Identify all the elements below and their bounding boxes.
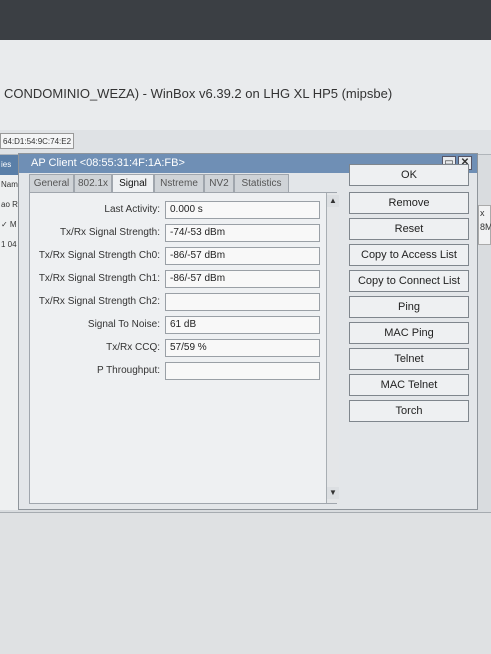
row-ccq: Tx/Rx CCQ: 57/59 %: [30, 339, 320, 359]
torch-button[interactable]: Torch: [349, 400, 469, 422]
app-titlebar: CONDOMINIO_WEZA) - WinBox v6.39.2 on LHG…: [0, 40, 491, 131]
row-signal-strength-ch0: Tx/Rx Signal Strength Ch0: -86/-57 dBm: [30, 247, 320, 267]
list-column-ao[interactable]: ao Re: [0, 195, 18, 215]
signal-strength-ch0-value: -86/-57 dBm: [165, 247, 320, 265]
ok-button[interactable]: OK: [349, 164, 469, 186]
throughput-value: [165, 362, 320, 380]
row-signal-strength-ch2: Tx/Rx Signal Strength Ch2:: [30, 293, 320, 313]
copy-to-connect-list-button[interactable]: Copy to Connect List: [349, 270, 469, 292]
row-signal-strength-ch1: Tx/Rx Signal Strength Ch1: -86/-57 dBm: [30, 270, 320, 290]
signal-strength-ch2-value: [165, 293, 320, 311]
field-label: Tx/Rx CCQ:: [106, 342, 160, 353]
background-list-panel: ies Name ao Re ✓ M 1 04: [0, 155, 19, 510]
signal-strength-value: -74/-53 dBm: [165, 224, 320, 242]
row-throughput: P Throughput:: [30, 362, 320, 382]
reset-button[interactable]: Reset: [349, 218, 469, 240]
arrow-down-icon[interactable]: ▼: [327, 487, 339, 499]
telnet-button[interactable]: Telnet: [349, 348, 469, 370]
tab-nv2[interactable]: NV2: [204, 174, 234, 192]
ccq-value: 57/59 %: [165, 339, 320, 357]
ap-client-dialog: AP Client <08:55:31:4F:1A:FB> ▭ ✕ Genera…: [18, 153, 478, 510]
mac-ping-button[interactable]: MAC Ping: [349, 322, 469, 344]
ping-button[interactable]: Ping: [349, 296, 469, 318]
mac-address-field[interactable]: 64:D1:54:9C:74:E2: [0, 133, 74, 149]
field-label: P Throughput:: [96, 365, 160, 376]
background-column-fragment: x 8M: [478, 205, 491, 245]
last-activity-value: 0.000 s: [165, 201, 320, 219]
list-item[interactable]: 1 04: [0, 235, 18, 255]
signal-to-noise-value: 61 dB: [165, 316, 320, 334]
field-label: Tx/Rx Signal Strength Ch0:: [38, 250, 160, 261]
field-label: Tx/Rx Signal Strength Ch2:: [38, 296, 160, 307]
toolbar: 64:D1:54:9C:74:E2: [0, 130, 491, 155]
tab-nstreme[interactable]: Nstreme: [154, 174, 204, 192]
row-signal-strength: Tx/Rx Signal Strength: -74/-53 dBm: [30, 224, 320, 244]
window-title: CONDOMINIO_WEZA) - WinBox v6.39.2 on LHG…: [4, 86, 393, 101]
list-tab-label[interactable]: ies: [0, 155, 18, 175]
tab-general[interactable]: General: [29, 174, 74, 192]
row-signal-to-noise: Signal To Noise: 61 dB: [30, 316, 320, 336]
copy-to-access-list-button[interactable]: Copy to Access List: [349, 244, 469, 266]
signal-strength-ch1-value: -86/-57 dBm: [165, 270, 320, 288]
vertical-scrollbar[interactable]: ▲ ▼: [326, 193, 339, 503]
empty-workspace: [0, 512, 491, 654]
field-label: Tx/Rx Signal Strength Ch1:: [38, 273, 160, 284]
field-label: Last Activity:: [104, 204, 160, 215]
field-label: Tx/Rx Signal Strength:: [59, 227, 160, 238]
tab-statistics[interactable]: Statistics: [234, 174, 289, 192]
monitor-bezel: [0, 0, 491, 40]
list-item[interactable]: ✓ M: [0, 215, 18, 235]
list-column-name[interactable]: Name: [0, 175, 18, 195]
tab-802-1x[interactable]: 802.1x: [74, 174, 112, 192]
tab-signal[interactable]: Signal: [112, 174, 154, 193]
mac-telnet-button[interactable]: MAC Telnet: [349, 374, 469, 396]
dialog-title: AP Client <08:55:31:4F:1A:FB>: [31, 157, 185, 169]
field-label: Signal To Noise:: [87, 319, 160, 330]
screen: CONDOMINIO_WEZA) - WinBox v6.39.2 on LHG…: [0, 0, 491, 654]
row-last-activity: Last Activity: 0.000 s: [30, 201, 320, 221]
signal-panel: Last Activity: 0.000 s Tx/Rx Signal Stre…: [29, 192, 339, 504]
arrow-up-icon[interactable]: ▲: [327, 195, 339, 207]
remove-button[interactable]: Remove: [349, 192, 469, 214]
